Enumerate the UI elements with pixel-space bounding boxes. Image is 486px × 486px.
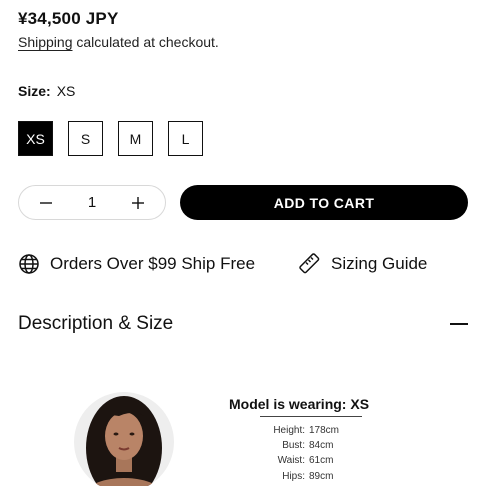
size-selection-row: Size: XS (18, 83, 75, 99)
selected-size-value: XS (56, 83, 76, 99)
model-wearing-title: Model is wearing: XS (229, 396, 370, 412)
size-option-s[interactable]: S (68, 121, 103, 156)
accordion-title: Description & Size (18, 313, 174, 334)
product-price: ¥34,500 JPY (18, 9, 119, 28)
size-option-l[interactable]: L (168, 121, 203, 156)
free-shipping-info: Orders Over $99 Ship Free (18, 253, 255, 275)
quantity-value[interactable]: 1 (88, 194, 96, 211)
measurement-label: Hips: (282, 471, 305, 482)
minus-icon (40, 201, 52, 204)
size-label: Size: (18, 83, 51, 99)
measurement-label: Bust: (282, 440, 305, 451)
description-size-accordion[interactable]: Description & Size (18, 310, 468, 338)
measurement-row: Hips: 89cm (240, 471, 360, 482)
globe-icon (19, 254, 39, 274)
size-option-m[interactable]: M (118, 121, 153, 156)
measurement-row: Waist: 61cm (240, 455, 360, 466)
model-size-card: Model is wearing: XS Height: 178cm Bust:… (50, 372, 436, 486)
plus-icon (132, 196, 144, 209)
shipping-note: Shipping calculated at checkout. (18, 34, 219, 50)
measurement-value: 178cm (309, 425, 340, 436)
model-title-divider (260, 416, 362, 417)
measurement-label: Waist: (277, 455, 305, 466)
shipping-link[interactable]: Shipping (18, 34, 73, 50)
model-photo (74, 392, 174, 486)
shipping-note-text: calculated at checkout. (72, 34, 219, 50)
measurement-row: Height: 178cm (240, 425, 360, 436)
size-options: XS S M L (18, 121, 203, 156)
measurement-value: 89cm (309, 471, 334, 482)
decrease-quantity-button[interactable] (37, 194, 55, 212)
free-shipping-text: Orders Over $99 Ship Free (50, 254, 256, 273)
measurement-row: Bust: 84cm (240, 440, 360, 451)
increase-quantity-button[interactable] (129, 194, 147, 212)
measurement-value: 61cm (309, 455, 334, 466)
ruler-icon (299, 253, 320, 274)
add-to-cart-button[interactable]: ADD TO CART (180, 185, 468, 220)
sizing-guide-text: Sizing Guide (331, 254, 428, 273)
collapse-minus-icon[interactable] (450, 323, 468, 325)
measurement-value: 84cm (309, 440, 334, 451)
measurement-label: Height: (273, 425, 305, 436)
size-option-xs[interactable]: XS (18, 121, 53, 156)
sizing-guide-link[interactable]: Sizing Guide (299, 253, 427, 275)
quantity-stepper: 1 (18, 185, 166, 220)
